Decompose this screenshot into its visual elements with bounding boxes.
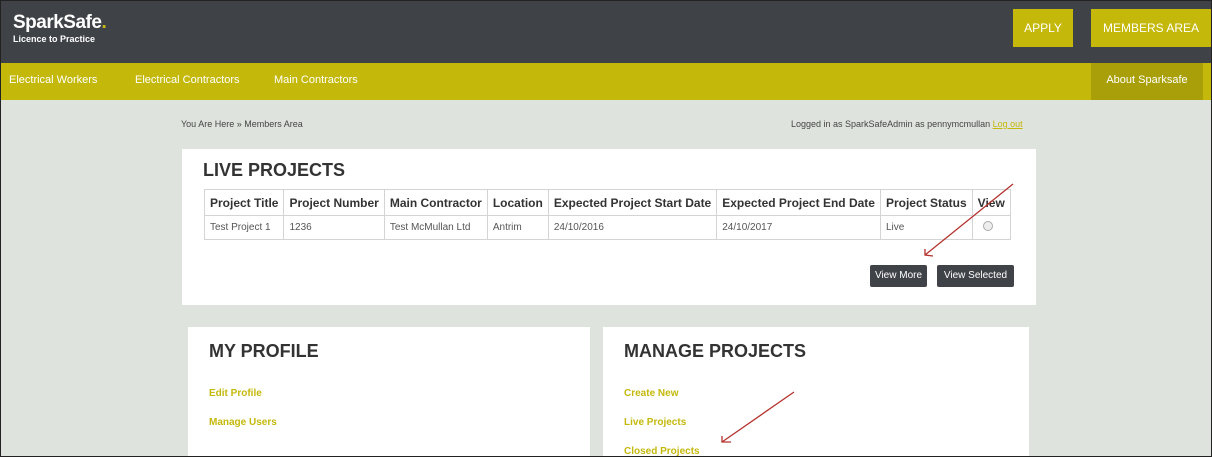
logo-text: SparkSafe [13,12,102,33]
cell-project-title: Test Project 1 [203,215,285,240]
login-text: Logged in as SparkSafeAdmin as pennymcmu… [791,119,991,129]
projects-table: Project Title Project Number Main Contra… [203,189,1011,240]
page-frame: SparkSafe. Licence to Practice APPLY MEM… [0,0,1212,457]
live-projects-link[interactable]: Live Projects [624,417,686,428]
manage-projects-title: MANAGE PROJECTS [624,341,807,361]
logo-tagline: Licence to Practice [13,34,96,44]
logo-dot: . [101,12,107,33]
cell-project-status: Live [879,215,973,240]
cell-location: Antrim [486,215,549,240]
nav-electrical-workers[interactable]: Electrical Workers [9,63,97,100]
view-selected-button[interactable]: View Selected [937,265,1014,287]
live-projects-panel: LIVE PROJECTS Project Title Project Numb… [182,149,1036,305]
my-profile-panel: MY PROFILE Edit Profile Manage Users [188,327,590,456]
table-row: Test Project 1 1236 Test McMullan Ltd An… [203,215,1011,240]
breadcrumb: You Are Here » Members Area [181,119,303,129]
main-nav: Electrical Workers Electrical Contractor… [1,63,1211,100]
col-end-date: Expected Project End Date [716,189,881,216]
live-projects-title: LIVE PROJECTS [203,160,346,180]
manage-projects-panel: MANAGE PROJECTS Create New Live Projects… [603,327,1029,456]
col-start-date: Expected Project Start Date [547,189,718,216]
cell-main-contractor: Test McMullan Ltd [383,215,488,240]
sparksafe-logo[interactable]: SparkSafe. Licence to Practice [13,12,107,45]
col-project-number: Project Number [283,189,385,216]
edit-profile-link[interactable]: Edit Profile [209,388,262,399]
members-area-button[interactable]: MEMBERS AREA [1091,9,1211,47]
col-view: View [971,189,1011,216]
cell-project-number: 1236 [283,215,385,240]
nav-about-sparksafe[interactable]: About Sparksafe [1091,63,1203,100]
nav-main-contractors[interactable]: Main Contractors [274,63,358,100]
my-profile-title: MY PROFILE [209,341,319,361]
view-radio[interactable] [982,221,993,231]
cell-end-date: 24/10/2017 [716,215,881,240]
login-status: Logged in as SparkSafeAdmin as pennymcmu… [791,119,1023,129]
view-more-button[interactable]: View More [870,265,927,287]
col-project-title: Project Title [203,189,285,216]
table-header-row: Project Title Project Number Main Contra… [203,189,1011,216]
col-project-status: Project Status [879,189,973,216]
logo-wordmark: SparkSafe. [13,12,107,33]
manage-users-link[interactable]: Manage Users [209,417,277,428]
cell-view [971,215,1011,240]
col-main-contractor: Main Contractor [383,189,488,216]
top-header: SparkSafe. Licence to Practice APPLY MEM… [1,1,1211,63]
apply-button[interactable]: APPLY [1013,9,1073,47]
col-location: Location [486,189,549,216]
nav-electrical-contractors[interactable]: Electrical Contractors [135,63,240,100]
cell-start-date: 24/10/2016 [547,215,718,240]
logout-link[interactable]: Log out [993,119,1023,129]
create-new-link[interactable]: Create New [624,388,678,399]
closed-projects-link[interactable]: Closed Projects [624,446,700,456]
